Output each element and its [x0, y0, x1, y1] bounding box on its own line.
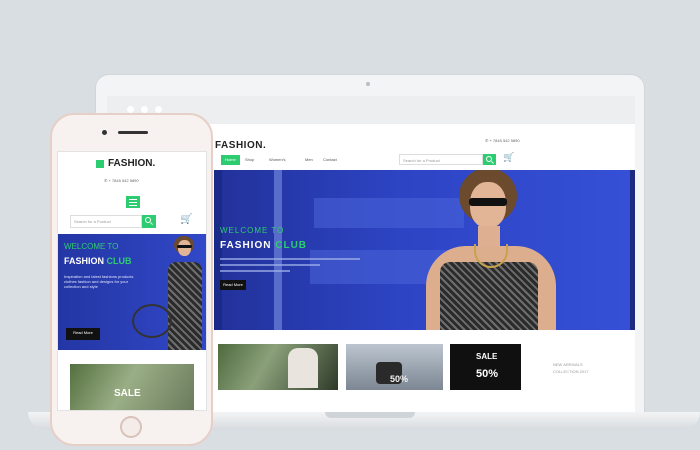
hero-read-more-button[interactable]: Read More: [220, 280, 246, 290]
phone-model-dress: [168, 262, 202, 350]
phone-icon: ✆: [485, 138, 489, 143]
phone-camera: [102, 130, 107, 135]
hamburger-icon-bar: [129, 202, 137, 203]
promo-tile-1[interactable]: [218, 344, 338, 390]
phone-search-input[interactable]: Search for a Product: [70, 215, 142, 228]
promo-sale-label: SALE: [476, 352, 498, 361]
site-logo-text: FASHION: [215, 140, 263, 151]
phone-model-sunglasses: [177, 245, 192, 248]
header-phone: ✆ + 7845 542 5890: [485, 138, 520, 143]
phone-read-more-button[interactable]: Read More: [66, 328, 100, 340]
search-button[interactable]: [483, 154, 496, 165]
hero-model-sunglasses: [469, 198, 507, 206]
promo-percent: 50%: [390, 374, 409, 384]
search-input[interactable]: Search for a Product: [399, 154, 483, 165]
hero-wall-panel: [314, 198, 464, 228]
nav-womens[interactable]: Women's: [265, 155, 289, 165]
nav-contact[interactable]: Contact: [319, 155, 341, 165]
phone-logo-text[interactable]: FASHION.: [108, 158, 155, 169]
header-phone-text: + 7845 542 5890: [489, 138, 520, 143]
phone-hero-heading: FASHION CLUB: [64, 256, 132, 266]
promo-model: [288, 348, 318, 388]
hero-heading-part2: CLUB: [275, 240, 308, 251]
phone-logo-mark: [96, 160, 104, 168]
phone-logo-name: FASHION: [108, 158, 153, 169]
laptop-camera: [366, 82, 370, 86]
window-dot-maximize[interactable]: [155, 106, 162, 113]
nav-home[interactable]: Home: [221, 155, 240, 165]
phone-search-button[interactable]: [142, 215, 156, 228]
phone-hero-text: Inspiration and latest fashions products…: [64, 274, 134, 289]
phone-speaker: [118, 131, 148, 134]
hamburger-menu-button[interactable]: [126, 196, 140, 208]
phone-hero-banner: WELCOME TO FASHION CLUB Inspiration and …: [58, 234, 206, 350]
hero-heading: FASHION CLUB: [220, 240, 307, 251]
phone-screen: FASHION. ✆ + 7845 542 5890 Search for a …: [57, 151, 207, 411]
cart-icon[interactable]: 🛒: [503, 152, 514, 163]
search-icon: [486, 156, 492, 162]
phone-promo-sale: SALE: [114, 388, 141, 399]
hero-side-strip: [630, 170, 635, 330]
site-logo[interactable]: FASHION.: [215, 135, 266, 153]
phone-model-face: [178, 240, 191, 256]
search-icon: [145, 217, 151, 223]
phone-bicycle: [132, 304, 172, 338]
hero-text-line: [220, 264, 320, 266]
hero-welcome: WELCOME TO: [220, 226, 285, 235]
hero-text-line: [220, 258, 360, 260]
hero-heading-part1: FASHION: [220, 240, 272, 251]
promo-sale-percent: 50%: [476, 368, 499, 380]
hamburger-icon-bar: [129, 205, 137, 206]
hero-model-dress: [440, 262, 538, 330]
promo-tile-2[interactable]: 50%: [346, 344, 443, 390]
laptop-notch: [325, 412, 415, 418]
promo-tile-3[interactable]: SALE 50%: [450, 344, 521, 390]
nav-shop[interactable]: Shop: [241, 155, 258, 165]
site-logo-mark: .: [262, 140, 267, 151]
phone-hero-heading-part2: CLUB: [106, 256, 132, 266]
hero-banner: WELCOME TO FASHION CLUB Read More: [214, 170, 630, 330]
phone-header-phone-text: + 7845 542 5890: [108, 178, 139, 183]
window-dot-minimize[interactable]: [141, 106, 148, 113]
phone-hero-welcome: WELCOME TO: [64, 242, 119, 251]
phone-promo-tile[interactable]: SALE: [70, 364, 194, 410]
phone-logo-period: .: [152, 158, 156, 169]
cart-icon[interactable]: 🛒: [180, 214, 192, 225]
hamburger-icon: [129, 199, 137, 200]
phone-header-phone: ✆ + 7845 542 5890: [104, 178, 139, 183]
window-dot-close[interactable]: [127, 106, 134, 113]
nav-men[interactable]: Men: [301, 155, 317, 165]
promo-side-text-2: COLLECTION 2017: [553, 369, 589, 374]
phone-hero-heading-part1: FASHION: [64, 256, 105, 266]
phone-home-button[interactable]: [120, 416, 142, 438]
phone-icon: ✆: [104, 178, 108, 183]
promo-side-text-1: NEW ARRIVALS: [553, 362, 583, 367]
hero-text-line: [220, 270, 290, 272]
